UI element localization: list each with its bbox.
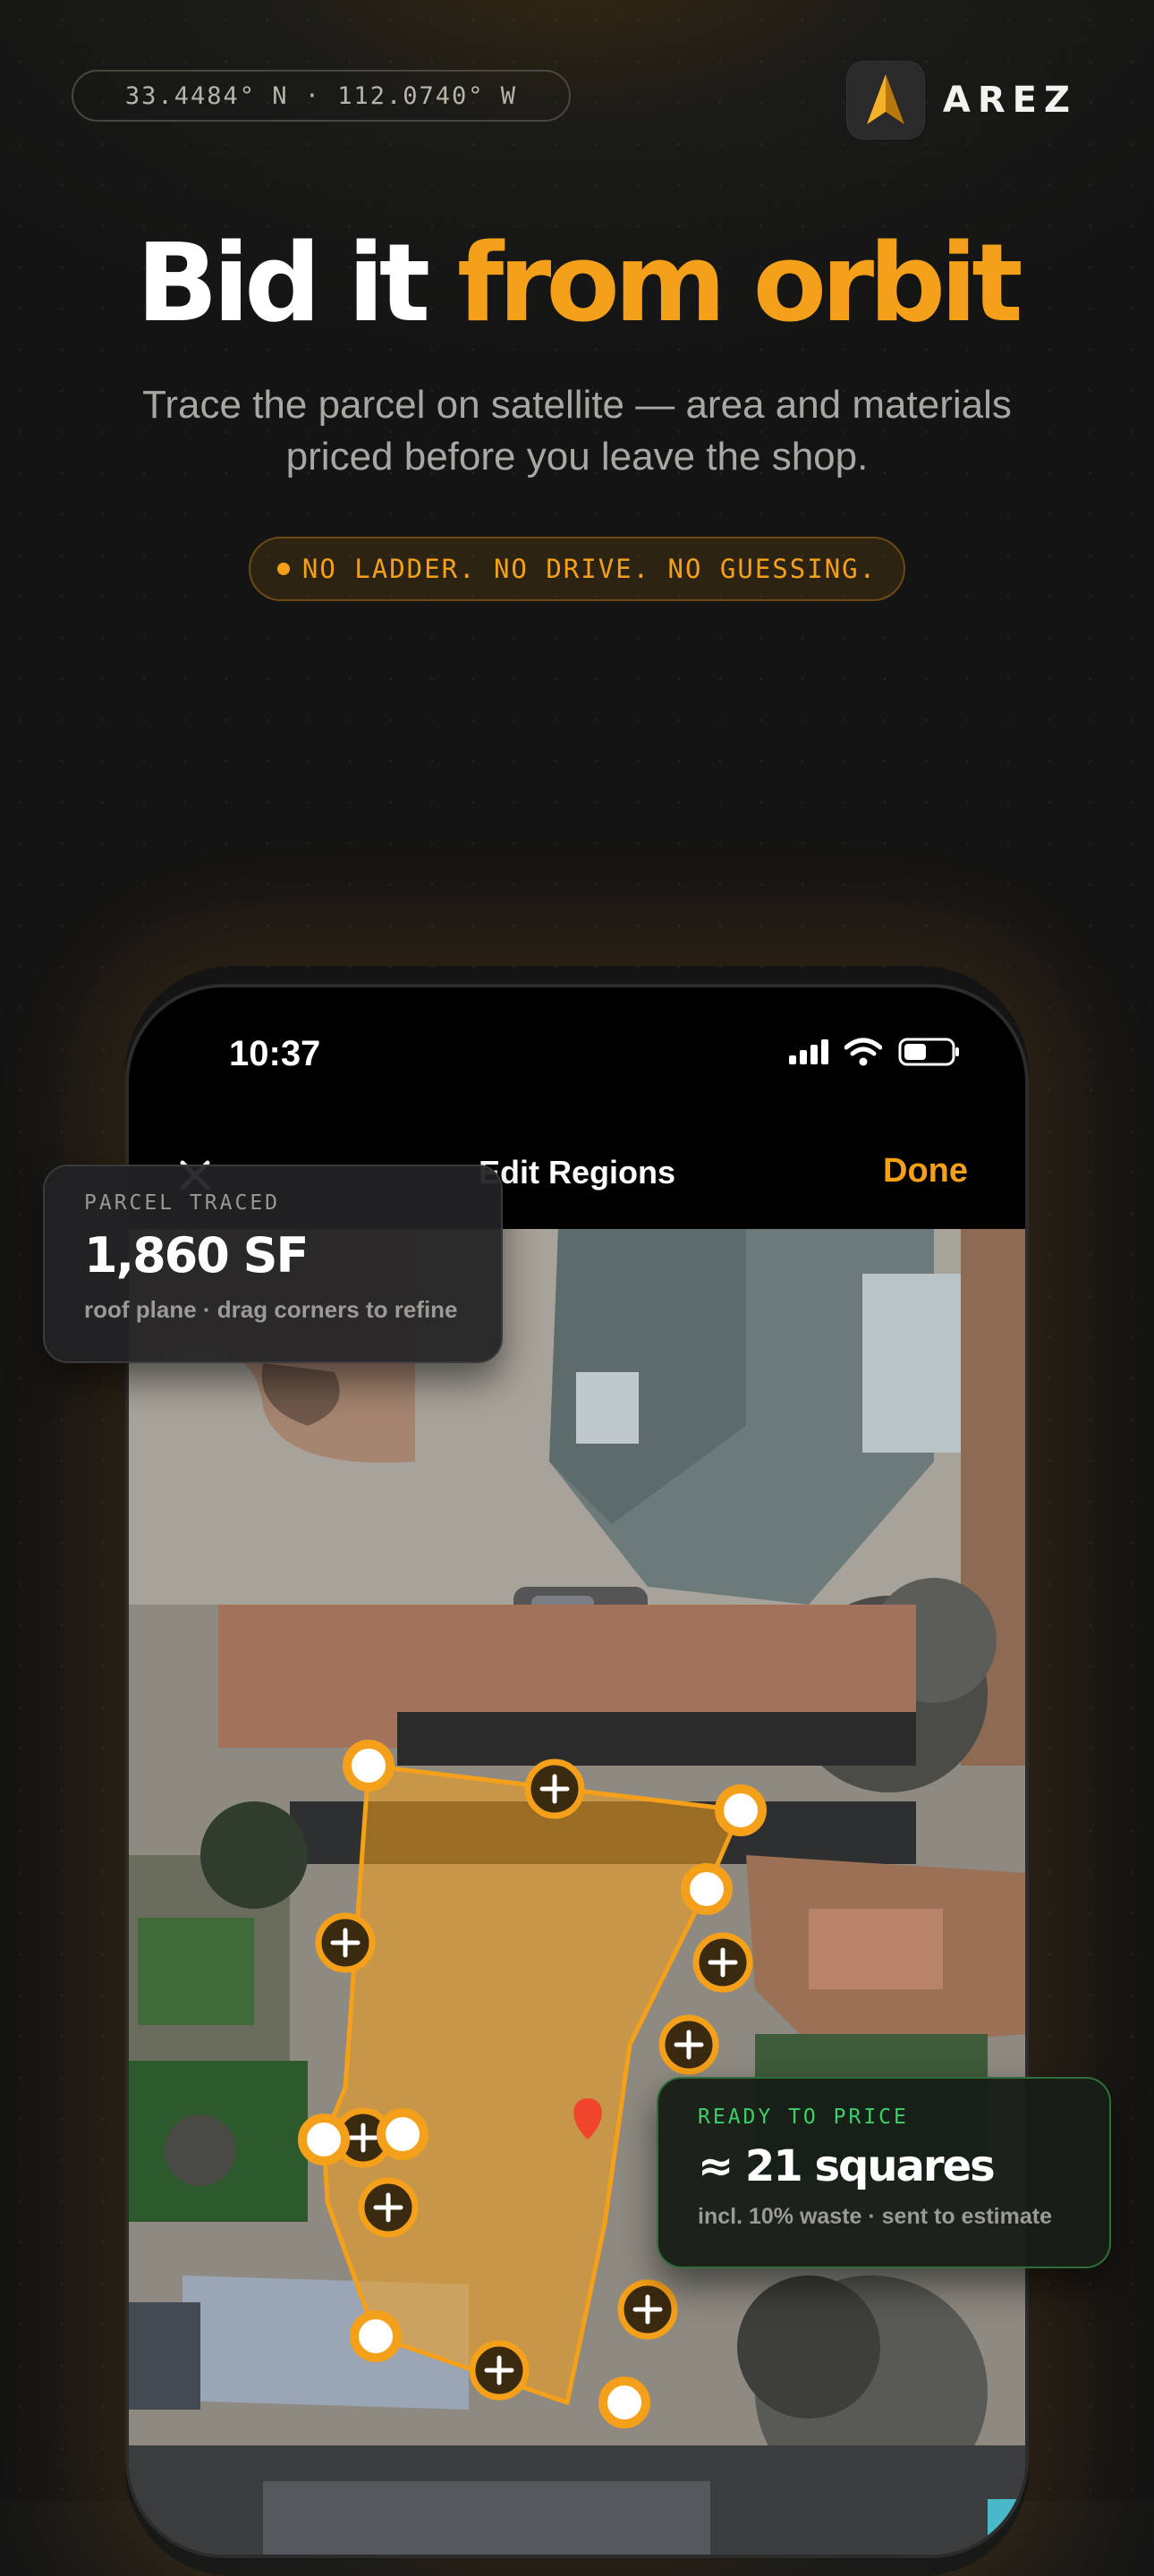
brand[interactable]: AREZ bbox=[845, 61, 1077, 140]
tagline-pill: NO LADDER. NO DRIVE. NO GUESSING. bbox=[249, 537, 905, 601]
price-card-note: incl. 10% waste · sent to estimate bbox=[698, 2204, 1052, 2229]
headline-white: Bid it bbox=[136, 222, 430, 346]
bullet-dot-icon bbox=[276, 563, 290, 575]
brand-name: AREZ bbox=[942, 80, 1077, 121]
tagline-text: NO LADDER. NO DRIVE. NO GUESSING. bbox=[301, 554, 878, 584]
squares-value: ≈ 21 squares bbox=[698, 2141, 996, 2191]
status-icons bbox=[789, 1038, 961, 1066]
brand-logo-icon bbox=[845, 61, 925, 140]
done-button[interactable]: Done bbox=[883, 1152, 968, 1191]
coordinates-badge: 33.4484° N · 112.0740° W bbox=[72, 70, 571, 122]
satellite-map[interactable] bbox=[129, 1229, 1025, 2558]
parcel-traced-card: PARCEL TRACED 1,860 SF roof plane · drag… bbox=[43, 1165, 503, 1363]
battery-icon bbox=[898, 1038, 959, 1066]
price-card-label: READY TO PRICE bbox=[698, 2106, 909, 2129]
headline: Bid it from orbit bbox=[0, 222, 1154, 347]
wifi-icon bbox=[844, 1038, 882, 1066]
status-time: 10:37 bbox=[229, 1034, 321, 1073]
parcel-card-note: roof plane · drag corners to refine bbox=[84, 1296, 458, 1323]
subtitle: Trace the parcel on satellite — area and… bbox=[142, 383, 1012, 479]
parcel-card-label: PARCEL TRACED bbox=[84, 1191, 281, 1215]
signal-icon bbox=[789, 1039, 828, 1064]
parcel-area-value: 1,860 SF bbox=[84, 1227, 309, 1284]
headline-orange: from orbit bbox=[456, 222, 1023, 346]
ready-to-price-card: READY TO PRICE ≈ 21 squares incl. 10% wa… bbox=[657, 2077, 1111, 2268]
